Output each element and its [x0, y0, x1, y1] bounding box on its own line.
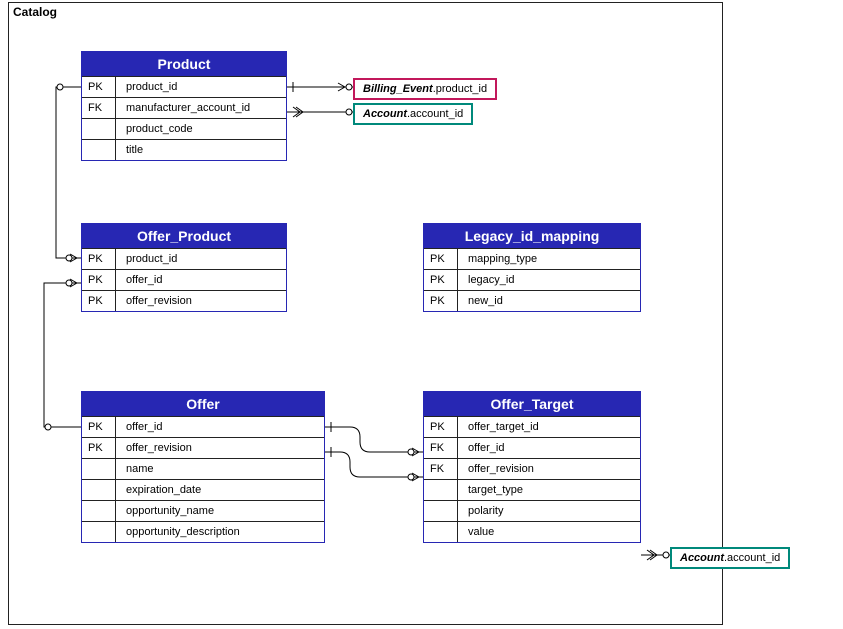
key-cell: FK: [82, 98, 116, 118]
diagram-canvas: Catalog Product PKproduct_id FKmanufactu…: [0, 0, 843, 629]
field-cell: mapping_type: [458, 249, 640, 269]
extref-entity: Account: [680, 552, 724, 564]
key-cell: [82, 480, 116, 500]
entity-header: Product: [82, 52, 286, 76]
field-cell: offer_id: [116, 417, 324, 437]
key-cell: PK: [424, 417, 458, 437]
key-cell: [424, 501, 458, 521]
entity-header: Legacy_id_mapping: [424, 224, 640, 248]
key-cell: FK: [424, 459, 458, 479]
key-cell: [82, 501, 116, 521]
entity-header: Offer: [82, 392, 324, 416]
field-cell: target_type: [458, 480, 640, 500]
entity-product: Product PKproduct_id FKmanufacturer_acco…: [81, 51, 287, 161]
extref-entity: Account: [363, 108, 407, 120]
extref-account-top: Account.account_id: [353, 103, 473, 125]
package-title: Catalog: [13, 5, 57, 19]
field-cell: offer_id: [458, 438, 640, 458]
entity-legacy-id-mapping: Legacy_id_mapping PKmapping_type PKlegac…: [423, 223, 641, 312]
key-cell: PK: [82, 291, 116, 311]
field-cell: new_id: [458, 291, 640, 311]
field-cell: offer_revision: [116, 291, 286, 311]
key-cell: [424, 480, 458, 500]
entity-offer-product: Offer_Product PKproduct_id PKoffer_id PK…: [81, 223, 287, 312]
key-cell: [82, 119, 116, 139]
field-cell: offer_target_id: [458, 417, 640, 437]
key-cell: PK: [82, 77, 116, 97]
key-cell: PK: [82, 417, 116, 437]
extref-field: .account_id: [407, 108, 463, 120]
field-cell: polarity: [458, 501, 640, 521]
field-cell: manufacturer_account_id: [116, 98, 286, 118]
extref-entity: Billing_Event: [363, 83, 433, 95]
field-cell: offer_revision: [116, 438, 324, 458]
field-cell: expiration_date: [116, 480, 324, 500]
entity-header: Offer_Product: [82, 224, 286, 248]
key-cell: PK: [82, 270, 116, 290]
entity-offer: Offer PKoffer_id PKoffer_revision name e…: [81, 391, 325, 543]
field-cell: offer_revision: [458, 459, 640, 479]
key-cell: PK: [424, 291, 458, 311]
field-cell: opportunity_description: [116, 522, 324, 542]
key-cell: [424, 522, 458, 542]
key-cell: [82, 140, 116, 160]
key-cell: PK: [424, 249, 458, 269]
field-cell: value: [458, 522, 640, 542]
key-cell: PK: [82, 438, 116, 458]
extref-billing-event: Billing_Event.product_id: [353, 78, 497, 100]
extref-field: .product_id: [433, 83, 487, 95]
field-cell: title: [116, 140, 286, 160]
key-cell: FK: [424, 438, 458, 458]
key-cell: [82, 522, 116, 542]
entity-header: Offer_Target: [424, 392, 640, 416]
field-cell: product_id: [116, 249, 286, 269]
field-cell: opportunity_name: [116, 501, 324, 521]
field-cell: product_id: [116, 77, 286, 97]
extref-field: .account_id: [724, 552, 780, 564]
key-cell: PK: [82, 249, 116, 269]
key-cell: [82, 459, 116, 479]
field-cell: offer_id: [116, 270, 286, 290]
field-cell: product_code: [116, 119, 286, 139]
extref-account-bottom: Account.account_id: [670, 547, 790, 569]
field-cell: legacy_id: [458, 270, 640, 290]
key-cell: PK: [424, 270, 458, 290]
field-cell: name: [116, 459, 324, 479]
entity-offer-target: Offer_Target PKoffer_target_id FKoffer_i…: [423, 391, 641, 543]
